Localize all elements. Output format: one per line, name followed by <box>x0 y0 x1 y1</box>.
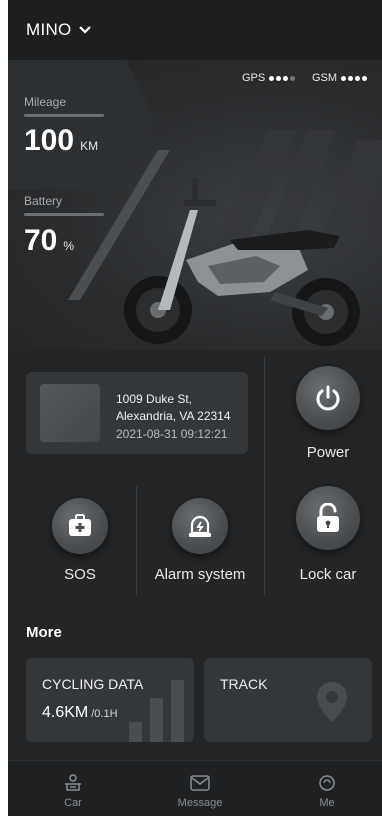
cycling-data-tile[interactable]: CYCLING DATA 4.6KM/0.1H <box>26 658 194 742</box>
location-city: Alexandria, VA 22314 <box>116 409 231 423</box>
first-aid-kit-icon <box>69 514 91 536</box>
device-selector[interactable]: MINO <box>26 20 93 40</box>
gps-signal-dot <box>290 75 296 81</box>
chevron-down-icon <box>78 26 91 34</box>
divider-vertical-right <box>264 356 265 596</box>
battery-value: 70% <box>24 224 74 258</box>
gps-signal-dot <box>269 75 275 81</box>
power-label: Power <box>306 444 350 461</box>
battery-unit: % <box>63 239 75 253</box>
app-screen: MINO GPS GSM Mileage 100 KM Battery 70% 1… <box>8 0 382 816</box>
divider-vertical-left <box>136 486 137 596</box>
mileage-value: 100 KM <box>24 124 98 158</box>
location-card[interactable]: 1009 Duke St, Alexandria, VA 22314 2021-… <box>26 372 248 454</box>
track-title: TRACK <box>220 676 268 692</box>
gps-label: GPS <box>242 72 266 84</box>
gsm-signal-dot <box>355 75 361 81</box>
cycling-duration: /0.1H <box>91 708 118 720</box>
location-timestamp: 2021-08-31 09:12:21 <box>116 427 228 441</box>
device-name-label: MINO <box>26 20 72 39</box>
tab-me[interactable]: Me <box>287 773 367 809</box>
sos-button[interactable] <box>52 498 108 554</box>
person-icon <box>319 775 335 791</box>
gsm-indicator: GSM <box>312 72 369 84</box>
track-tile[interactable]: TRACK <box>204 658 372 742</box>
mileage-label: Mileage <box>24 95 67 109</box>
top-bar: MINO <box>8 0 382 60</box>
tab-message-label: Message <box>177 797 223 809</box>
lock-car-label: Lock car <box>299 566 357 583</box>
power-icon <box>316 385 340 411</box>
tab-car[interactable]: Car <box>33 773 113 809</box>
battery-bar <box>24 213 104 216</box>
cycling-data-title: CYCLING DATA <box>42 676 144 692</box>
bottom-tab-bar: Car Message Me <box>8 760 382 816</box>
tab-car-label: Car <box>64 797 82 809</box>
gsm-signal-dot <box>362 75 368 81</box>
gsm-signal-dot <box>348 75 354 81</box>
cycling-distance: 4.6KM <box>42 704 89 721</box>
mileage-bar <box>24 114 104 117</box>
car-icon <box>65 774 81 791</box>
more-section-title: More <box>26 624 62 641</box>
location-pin-icon <box>317 682 347 722</box>
unlocked-padlock-icon <box>317 503 339 532</box>
gsm-signal-dots <box>341 75 369 81</box>
cycling-data-value: 4.6KM/0.1H <box>42 704 118 722</box>
battery-label: Battery <box>24 194 63 208</box>
mail-icon <box>190 775 210 791</box>
alarm-system-label: Alarm system <box>154 566 246 583</box>
sos-label: SOS <box>64 566 96 583</box>
location-street: 1009 Duke St, <box>116 392 193 406</box>
tab-message[interactable]: Message <box>160 773 240 809</box>
gps-signal-dot <box>283 75 289 81</box>
battery-number: 70 <box>24 224 58 257</box>
gsm-label: GSM <box>312 72 338 84</box>
power-button[interactable] <box>296 366 360 430</box>
mileage-unit: KM <box>80 139 99 153</box>
map-thumbnail <box>40 384 100 442</box>
lock-car-button[interactable] <box>296 486 360 550</box>
alarm-siren-icon <box>189 515 211 537</box>
alarm-system-button[interactable] <box>172 498 228 554</box>
gsm-signal-dot <box>341 75 347 81</box>
gps-indicator: GPS <box>242 72 297 84</box>
gps-signal-dot <box>276 75 282 81</box>
mileage-number: 100 <box>24 124 75 157</box>
tab-me-label: Me <box>319 797 335 809</box>
gps-signal-dots <box>269 75 297 81</box>
